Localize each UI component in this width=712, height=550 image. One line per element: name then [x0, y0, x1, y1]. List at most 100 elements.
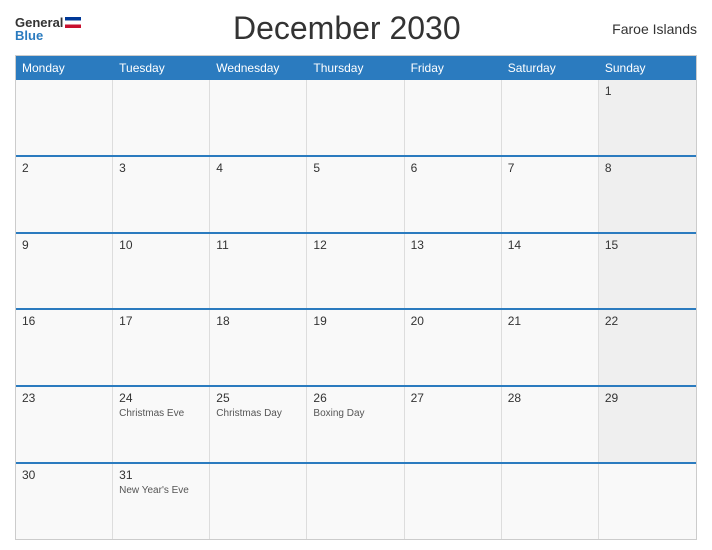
- day-cell: 30: [16, 464, 113, 539]
- day-cell: 11: [210, 234, 307, 309]
- day-cell: 26 Boxing Day: [307, 387, 404, 462]
- day-cell: 5: [307, 157, 404, 232]
- page: General Blue December 2030 Faroe Islands…: [0, 0, 712, 550]
- day-number: 31: [119, 468, 203, 482]
- day-header-saturday: Saturday: [502, 56, 599, 80]
- day-number: 19: [313, 314, 397, 328]
- day-number: 14: [508, 238, 592, 252]
- day-cell: [502, 80, 599, 155]
- day-number: 15: [605, 238, 690, 252]
- week-row-1: 1: [16, 80, 696, 155]
- day-number: 16: [22, 314, 106, 328]
- day-cell: [405, 464, 502, 539]
- day-cell: [113, 80, 210, 155]
- day-header-sunday: Sunday: [599, 56, 696, 80]
- day-cell: 17: [113, 310, 210, 385]
- day-cell: 19: [307, 310, 404, 385]
- day-number: 17: [119, 314, 203, 328]
- day-number: 29: [605, 391, 690, 405]
- day-cell: 22: [599, 310, 696, 385]
- day-event: Christmas Day: [216, 407, 300, 420]
- week-row-2: 2345678: [16, 155, 696, 232]
- day-number: 3: [119, 161, 203, 175]
- day-cell: 15: [599, 234, 696, 309]
- day-cell: 3: [113, 157, 210, 232]
- day-header-monday: Monday: [16, 56, 113, 80]
- week-row-5: 23 24 Christmas Eve 25 Christmas Day 26 Boxing…: [16, 385, 696, 462]
- day-cell: [599, 464, 696, 539]
- day-cell: 14: [502, 234, 599, 309]
- day-number: 20: [411, 314, 495, 328]
- day-number: 2: [22, 161, 106, 175]
- day-header-wednesday: Wednesday: [210, 56, 307, 80]
- day-cell: 13: [405, 234, 502, 309]
- region-label: Faroe Islands: [612, 21, 697, 37]
- day-cell: 20: [405, 310, 502, 385]
- day-number: 26: [313, 391, 397, 405]
- day-cell: [502, 464, 599, 539]
- calendar: MondayTuesdayWednesdayThursdayFridaySatu…: [15, 55, 697, 540]
- day-cell: [210, 464, 307, 539]
- day-number: 13: [411, 238, 495, 252]
- day-number: 8: [605, 161, 690, 175]
- day-number: 22: [605, 314, 690, 328]
- day-cell: [307, 464, 404, 539]
- day-number: 25: [216, 391, 300, 405]
- day-number: 10: [119, 238, 203, 252]
- day-cell: 1: [599, 80, 696, 155]
- day-event: Boxing Day: [313, 407, 397, 420]
- header: General Blue December 2030 Faroe Islands: [15, 10, 697, 47]
- logo-blue-text: Blue: [15, 29, 43, 42]
- logo-general-text: General: [15, 16, 63, 29]
- day-number: 6: [411, 161, 495, 175]
- week-row-3: 9 10 11 12 13 14 15: [16, 232, 696, 309]
- day-cell: 23: [16, 387, 113, 462]
- day-number: 18: [216, 314, 300, 328]
- day-cell: [307, 80, 404, 155]
- day-number: 12: [313, 238, 397, 252]
- day-number: 7: [508, 161, 592, 175]
- day-event: Christmas Eve: [119, 407, 203, 420]
- day-cell: 8: [599, 157, 696, 232]
- day-cell: 25 Christmas Day: [210, 387, 307, 462]
- day-cell: 21: [502, 310, 599, 385]
- day-cell: 16: [16, 310, 113, 385]
- day-cell: 6: [405, 157, 502, 232]
- day-number: 24: [119, 391, 203, 405]
- day-cell: 2: [16, 157, 113, 232]
- day-number: 11: [216, 238, 300, 252]
- day-number: 4: [216, 161, 300, 175]
- day-cell: 31 New Year's Eve: [113, 464, 210, 539]
- weeks: 123456789101112131415161718192021222324C…: [16, 80, 696, 539]
- day-cell: [210, 80, 307, 155]
- day-header-thursday: Thursday: [307, 56, 404, 80]
- month-title: December 2030: [233, 10, 461, 47]
- day-number: 21: [508, 314, 592, 328]
- day-cell: 7: [502, 157, 599, 232]
- day-cell: 10: [113, 234, 210, 309]
- logo-flag-icon: [65, 17, 81, 28]
- day-number: 30: [22, 468, 106, 482]
- week-row-4: 16 17 18 19 20 21 22: [16, 308, 696, 385]
- day-number: 23: [22, 391, 106, 405]
- day-headers: MondayTuesdayWednesdayThursdayFridaySatu…: [16, 56, 696, 80]
- logo: General Blue: [15, 16, 81, 42]
- day-number: 28: [508, 391, 592, 405]
- day-cell: [16, 80, 113, 155]
- day-cell: [405, 80, 502, 155]
- day-number: 9: [22, 238, 106, 252]
- day-cell: 24 Christmas Eve: [113, 387, 210, 462]
- day-header-friday: Friday: [405, 56, 502, 80]
- day-cell: 4: [210, 157, 307, 232]
- week-row-6: 30 31 New Year's Eve: [16, 462, 696, 539]
- day-cell: 28: [502, 387, 599, 462]
- day-number: 27: [411, 391, 495, 405]
- day-cell: 29: [599, 387, 696, 462]
- day-cell: 12: [307, 234, 404, 309]
- day-event: New Year's Eve: [119, 484, 203, 497]
- day-cell: 27: [405, 387, 502, 462]
- day-cell: 18: [210, 310, 307, 385]
- day-number: 5: [313, 161, 397, 175]
- day-cell: 9: [16, 234, 113, 309]
- day-number: 1: [605, 84, 690, 98]
